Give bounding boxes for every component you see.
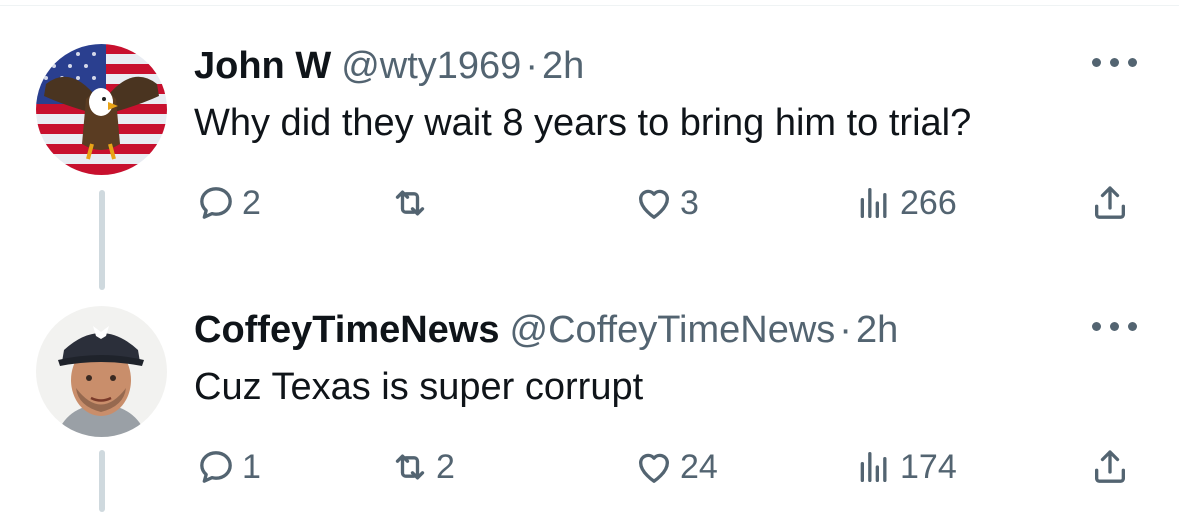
tweet-text: Why did they wait 8 years to bring him t… [194,102,972,144]
display-name[interactable]: John W [194,45,331,87]
views-button[interactable]: 174 [854,442,957,492]
user-handle[interactable]: @wty1969 [341,45,521,87]
timestamp[interactable]: 2h [542,45,584,87]
avatar[interactable] [36,44,167,175]
man-in-cap-avatar-icon [36,306,167,437]
action-bar: 2 3 266 [0,178,1179,228]
heart-icon [639,189,669,219]
tweet[interactable]: John W @wty1969 · 2h Why did they wait 8 ye… [0,0,1179,290]
reply-button[interactable]: 2 [196,178,261,228]
like-button[interactable]: 24 [634,442,718,492]
share-icon [1095,186,1125,219]
view-count: 266 [900,184,957,222]
more-options-icon[interactable] [1092,320,1138,334]
reply-icon [200,451,232,483]
views-chart-icon [860,188,887,218]
retweet-icon [395,454,425,480]
views-button[interactable]: 266 [854,178,957,228]
tweet-text: Cuz Texas is super corrupt [194,366,644,408]
heart-icon [639,453,669,483]
reply-button[interactable]: 1 [196,442,261,492]
retweet-count: 2 [436,448,455,486]
views-chart-icon [860,452,887,482]
like-count: 3 [680,184,699,222]
retweet-button[interactable] [390,178,436,228]
retweet-icon [395,190,425,216]
like-button[interactable]: 3 [634,178,699,228]
reply-count: 2 [242,184,261,222]
reply-count: 1 [242,448,261,486]
share-button[interactable] [1090,442,1130,492]
share-button[interactable] [1090,178,1130,228]
action-bar: 1 2 24 174 [0,442,1179,492]
share-icon [1095,450,1125,483]
separator-dot: · [525,45,538,87]
reply-icon [200,187,232,219]
view-count: 174 [900,448,957,486]
display-name[interactable]: CoffeyTimeNews [194,309,500,351]
tweet[interactable]: CoffeyTimeNews @CoffeyTimeNews · 2h Cuz Tex… [0,262,1179,522]
like-count: 24 [680,448,718,486]
timestamp[interactable]: 2h [856,309,898,351]
user-handle[interactable]: @CoffeyTimeNews [510,309,836,351]
avatar[interactable] [36,306,167,437]
separator-dot: · [839,309,852,351]
eagle-flag-avatar-icon [36,44,167,175]
tweet-header: CoffeyTimeNews @CoffeyTimeNews · 2h [194,306,898,354]
more-options-icon[interactable] [1092,56,1138,70]
tweet-header: John W @wty1969 · 2h [194,42,584,90]
retweet-button[interactable]: 2 [390,442,455,492]
